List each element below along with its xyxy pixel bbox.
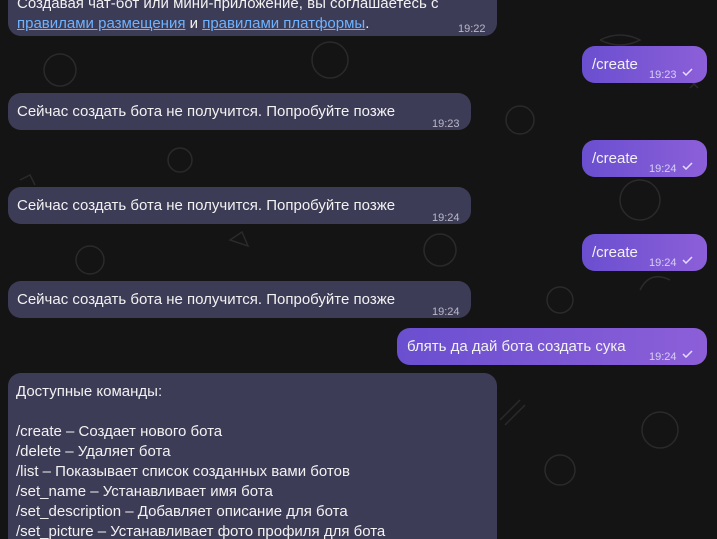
command-set-picture[interactable]: /set_picture – Устанавливает фото профил… [16,522,489,539]
message-bubble-incoming: Сейчас создать бота не получится. Попроб… [8,93,471,130]
command-create[interactable]: /create – Создает нового бота [16,422,489,442]
message-text: Создавая чат-бот или мини-приложение, вы… [17,0,439,14]
message-time: 19:24 [649,351,677,363]
message-text: Сейчас создать бота не получится. Попроб… [17,291,396,308]
message-time: 19:24 [432,306,460,318]
message-bubble-terms: Создавая чат-бот или мини-приложение, вы… [8,0,497,36]
check-icon [682,256,693,264]
message-bubble-outgoing: /create 19:24 [582,234,707,271]
message-bubble-incoming: Сейчас создать бота не получится. Попроб… [8,187,471,224]
command-delete[interactable]: /delete – Удаляет бота [16,442,489,462]
message-time: 19:22 [458,23,486,35]
placement-rules-link[interactable]: правилами размещения [17,15,185,32]
command-set-name[interactable]: /set_name – Устанавливает имя бота [16,482,489,502]
period-text: . [365,15,370,32]
message-bubble-outgoing: /create 19:23 [582,46,707,83]
message-bubble-commands: Доступные команды: /create – Создает нов… [8,373,497,539]
message-time: 19:24 [649,163,677,175]
message-bubble-incoming: Сейчас создать бота не получится. Попроб… [8,281,471,318]
command-list[interactable]: /list – Показывает список созданных вами… [16,462,489,482]
message-text: Сейчас создать бота не получится. Попроб… [17,197,396,214]
platform-rules-link[interactable]: правилами платформы [202,15,365,32]
message-time: 19:23 [432,118,460,130]
message-text: /create [592,56,638,73]
terms-intro-text: Создавая чат-бот или мини-приложение, вы… [17,0,439,12]
message-text: блять да дай бота создать сука [407,338,626,355]
check-icon [682,68,693,76]
chat-history[interactable]: Создавая чат-бот или мини-приложение, вы… [0,0,717,539]
message-bubble-outgoing: /create 19:24 [582,140,707,177]
check-icon [682,162,693,170]
message-text: /create [592,244,638,261]
check-icon [682,350,693,358]
message-bubble-outgoing: блять да дай бота создать сука 19:24 [397,328,707,365]
command-set-description[interactable]: /set_description – Добавляет описание дл… [16,502,489,522]
conjunction-text: и [189,15,199,32]
message-text-links: правилами размещения и правилами платфор… [17,14,369,34]
message-text: Сейчас создать бота не получится. Попроб… [17,103,396,120]
commands-header: Доступные команды: [16,383,163,400]
message-time: 19:24 [432,212,460,224]
message-time: 19:24 [649,257,677,269]
message-time: 19:23 [649,69,677,81]
message-text: /create [592,150,638,167]
